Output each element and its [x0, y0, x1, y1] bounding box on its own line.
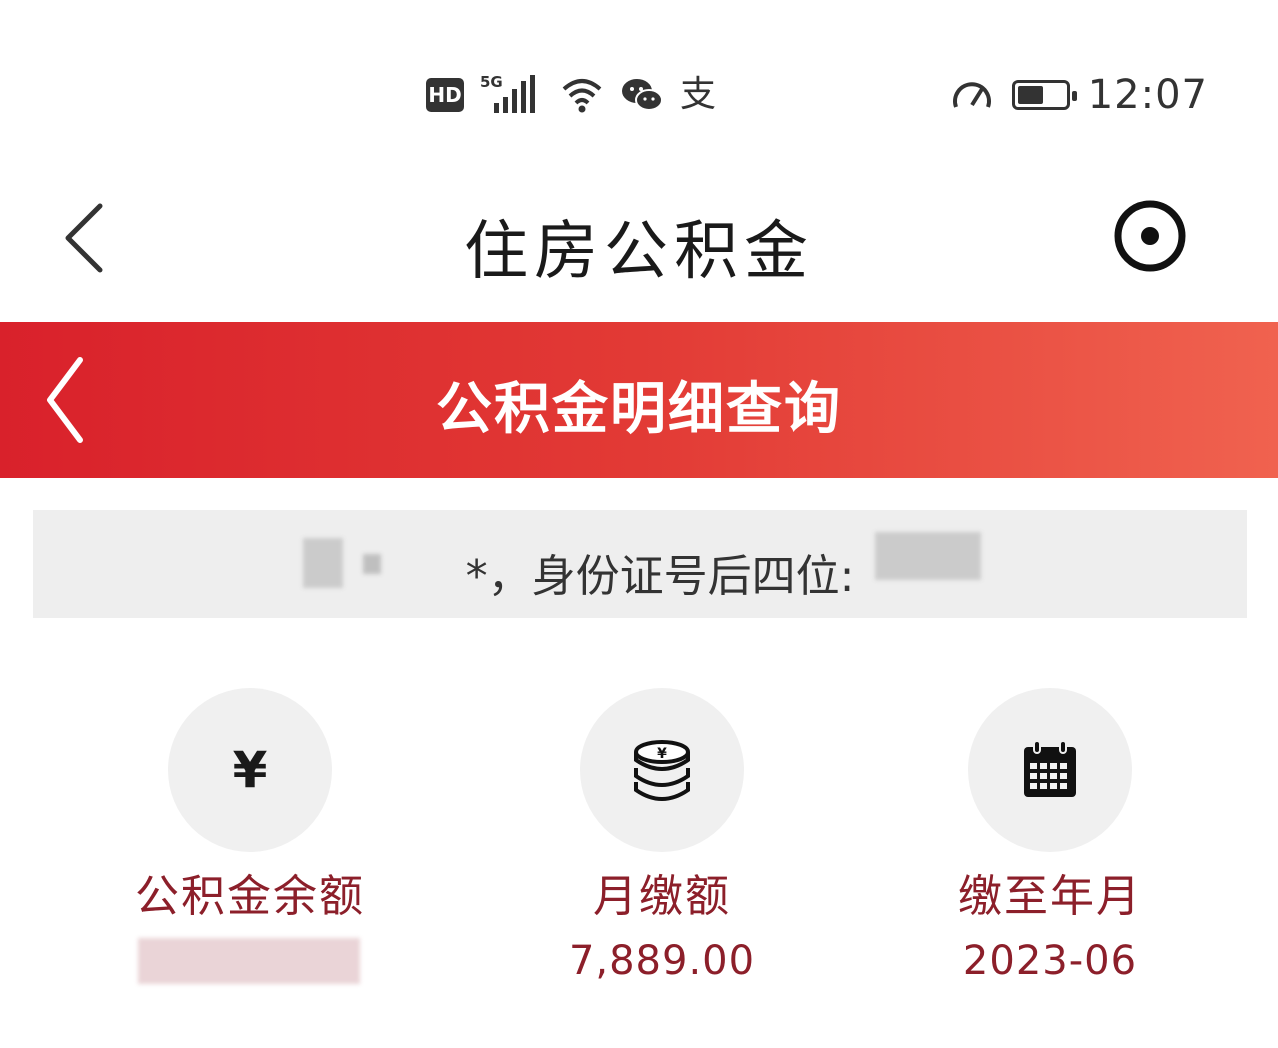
- paid-until-stat[interactable]: 缴至年月 2023-06: [920, 688, 1180, 1018]
- balance-value: [120, 938, 380, 988]
- battery-level-fill: [1017, 86, 1044, 104]
- status-time: 12:07: [1087, 72, 1208, 118]
- svg-text:¥: ¥: [657, 746, 667, 762]
- balance-icon-circle: ¥: [168, 688, 332, 852]
- paid-until-label: 缴至年月: [958, 871, 1142, 922]
- user-info-banner: *，身份证号后四位:: [33, 510, 1247, 618]
- status-bar: HD 5G 支 12:07: [0, 0, 1278, 170]
- redacted-id-digits: [875, 532, 981, 580]
- page-title: 住房公积金: [464, 215, 814, 289]
- monthly-payment-value: 7,889.00: [568, 938, 756, 984]
- paid-until-icon-circle: [968, 688, 1132, 852]
- balance-label: 公积金余额: [135, 871, 365, 922]
- sub-header-title: 公积金明细查询: [436, 377, 842, 442]
- wechat-icon: [622, 79, 663, 111]
- calendar-icon: [1024, 740, 1076, 797]
- yen-icon: ¥: [232, 741, 268, 799]
- sub-header: 公积金明细查询: [0, 322, 1278, 478]
- balance-stat[interactable]: ¥ 公积金余额: [120, 688, 380, 1018]
- redacted-balance: [138, 938, 360, 984]
- cell-signal-icon: 5G: [480, 73, 544, 117]
- monthly-payment-label: 月缴额: [593, 871, 731, 922]
- coin-stack-icon: ¥: [634, 740, 690, 801]
- status-icons-left: HD 5G 支: [426, 70, 716, 120]
- speed-gauge-icon: [952, 82, 991, 108]
- wifi-icon: [562, 79, 602, 113]
- battery-icon: [1011, 80, 1077, 110]
- user-info-label: *，身份证号后四位:: [465, 551, 855, 602]
- monthly-payment-stat[interactable]: ¥ 月缴额 7,889.00: [532, 688, 792, 1018]
- user-info-text: *，身份证号后四位:: [33, 540, 1247, 604]
- app-navigation-bar: 住房公积金: [0, 170, 1278, 320]
- target-menu-icon[interactable]: [1112, 198, 1188, 274]
- hd-icon: HD: [426, 78, 464, 112]
- alipay-icon: 支: [680, 74, 717, 115]
- monthly-payment-icon-circle: ¥: [580, 688, 744, 852]
- paid-until-value: 2023-06: [962, 938, 1138, 984]
- status-icons-right: 12:07: [950, 70, 1208, 120]
